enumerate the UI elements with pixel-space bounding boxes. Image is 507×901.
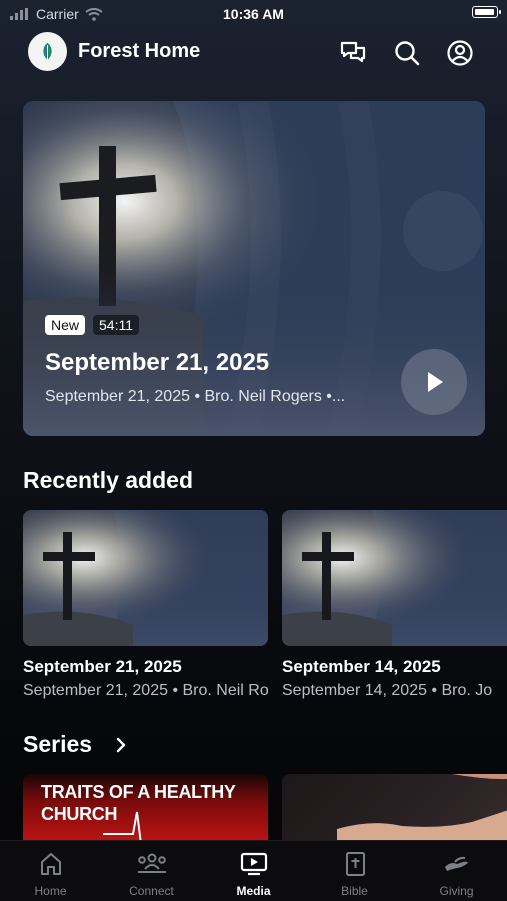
featured-media-card[interactable]: New 54:11 September 21, 2025 September 2… [23, 101, 485, 436]
media-subtitle: September 14, 2025 • Bro. Jo [282, 682, 493, 699]
duration-badge: 54:11 [93, 315, 140, 335]
play-icon [428, 372, 443, 392]
tab-media[interactable]: Media [203, 841, 304, 901]
media-title: September 14, 2025 [282, 657, 441, 676]
chevron-right-icon[interactable] [114, 737, 128, 753]
leaf-logo-icon [43, 43, 52, 61]
hero-subtitle: September 21, 2025 • Bro. Neil Rogers •.… [45, 388, 346, 405]
battery-icon [472, 6, 501, 18]
new-badge: New [45, 315, 86, 335]
tab-connect[interactable]: Connect [101, 841, 202, 901]
status-time: 10:36 AM [223, 6, 284, 22]
search-icon[interactable] [393, 39, 421, 67]
media-title: September 21, 2025 [23, 657, 182, 676]
tab-label: Media [236, 884, 271, 898]
people-icon [138, 853, 166, 873]
tab-label: Bible [341, 884, 368, 898]
heartbeat-line-icon [103, 811, 142, 844]
church-logo[interactable] [28, 32, 67, 71]
series-heading[interactable]: Series [23, 731, 92, 758]
battery-fill [475, 9, 494, 15]
tab-home[interactable]: Home [0, 841, 101, 901]
tab-bible[interactable]: Bible [304, 841, 405, 901]
series-card[interactable] [282, 774, 507, 844]
play-button[interactable] [401, 349, 467, 415]
media-card[interactable]: September 21, 2025 September 21, 2025 • … [23, 510, 268, 699]
media-subtitle: September 21, 2025 • Bro. Neil Rogers [23, 682, 268, 699]
tab-label: Giving [439, 884, 474, 898]
app-title: Forest Home [78, 40, 201, 62]
hero-title: September 21, 2025 [45, 349, 270, 376]
hands-artwork [337, 774, 507, 844]
cross-thumbnail-art [282, 510, 507, 646]
status-bar: Carrier 10:36 AM [0, 0, 507, 28]
bottom-tab-bar: Home Connect Media Bible Giving [0, 840, 507, 901]
hero-badges: New 54:11 [45, 315, 140, 335]
media-card[interactable]: September 14, 2025 September 14, 2025 • … [282, 510, 507, 699]
home-icon [41, 853, 61, 875]
bible-icon [346, 852, 365, 876]
recently-added-heading: Recently added [23, 467, 193, 493]
chat-icon[interactable] [339, 39, 367, 67]
tab-label: Home [34, 884, 67, 898]
tv-icon [240, 852, 268, 876]
media-thumbnail [282, 510, 507, 646]
tab-label: Connect [129, 884, 174, 898]
tab-giving[interactable]: Giving [406, 841, 507, 901]
media-thumbnail [23, 510, 268, 646]
series-card[interactable]: TRAITS OF A HEALTHY CHURCH [23, 774, 268, 844]
app-header: Forest Home [0, 30, 507, 76]
giving-icon [445, 856, 468, 871]
profile-icon[interactable] [446, 39, 474, 67]
cross-thumbnail-art [23, 510, 268, 646]
